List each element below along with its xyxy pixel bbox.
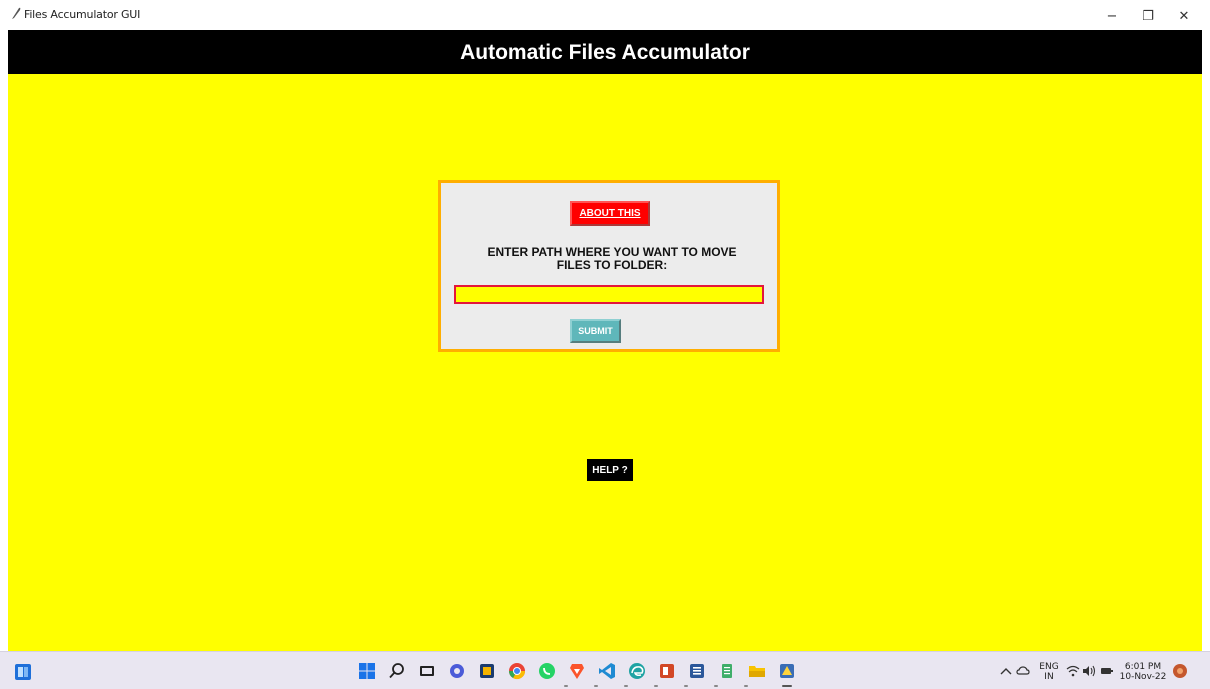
feather-icon [12,7,21,19]
battery-icon[interactable] [1100,665,1114,677]
wifi-icon[interactable] [1066,664,1080,678]
running-indicator [714,685,718,687]
chevron-up-icon[interactable] [1000,666,1012,676]
maximize-button[interactable]: ❐ [1128,4,1168,28]
app-window: Automatic Files Accumulator ABOUT THIS E… [8,30,1202,651]
brave-browser-icon[interactable] [568,662,586,680]
window-title: Files Accumulator GUI [24,8,141,21]
path-input[interactable] [454,285,764,304]
powerpoint-icon[interactable] [658,662,676,680]
minimize-button[interactable]: − [1092,4,1132,28]
minimize-icon: − [1106,8,1118,24]
onedrive-icon[interactable] [1016,664,1030,678]
about-this-button[interactable]: ABOUT THIS [570,201,650,226]
close-icon: ✕ [1178,8,1190,24]
window-titlebar: Files Accumulator GUI − ❐ ✕ [0,0,1210,30]
path-label: ENTER PATH WHERE YOU WANT TO MOVE FILES … [441,246,783,272]
app-header-title: Automatic Files Accumulator [8,30,1202,74]
calculator-app-icon[interactable] [478,662,496,680]
running-indicator [564,685,568,687]
running-indicator [654,685,658,687]
whatsapp-icon[interactable] [538,662,556,680]
edge-icon[interactable] [628,662,646,680]
help-button[interactable]: HELP ? [587,459,633,481]
running-indicator [624,685,628,687]
vscode-icon[interactable] [598,662,616,680]
clock-time: 6:01 PM [1124,662,1162,672]
file-explorer-icon[interactable] [748,662,766,680]
close-button[interactable]: ✕ [1164,4,1204,28]
start-icon[interactable] [358,662,376,680]
word-icon[interactable] [688,662,706,680]
running-indicator [594,685,598,687]
notification-icon[interactable] [1172,663,1188,679]
running-indicator [744,685,748,687]
widgets-icon[interactable] [14,663,32,681]
python-app-icon[interactable] [778,662,796,680]
path-form-panel: ABOUT THIS ENTER PATH WHERE YOU WANT TO … [438,180,780,352]
taskbar: ENG IN 6:01 PM 10-Nov-22 [0,651,1210,689]
notepad-icon[interactable] [718,662,736,680]
volume-icon[interactable] [1082,664,1096,678]
clock-date: 10-Nov-22 [1119,672,1167,682]
chrome-icon[interactable] [508,662,526,680]
language-indicator[interactable]: ENG IN [1038,662,1060,682]
running-indicator [684,685,688,687]
chat-icon[interactable] [448,662,466,680]
submit-button[interactable]: SUBMIT [570,319,621,343]
search-icon[interactable] [388,662,406,680]
maximize-icon: ❐ [1142,8,1154,24]
task-view-icon[interactable] [418,662,436,680]
path-label-line2: FILES TO FOLDER: [556,258,668,272]
active-indicator [782,685,792,687]
clock[interactable]: 6:01 PM 10-Nov-22 [1118,662,1168,682]
